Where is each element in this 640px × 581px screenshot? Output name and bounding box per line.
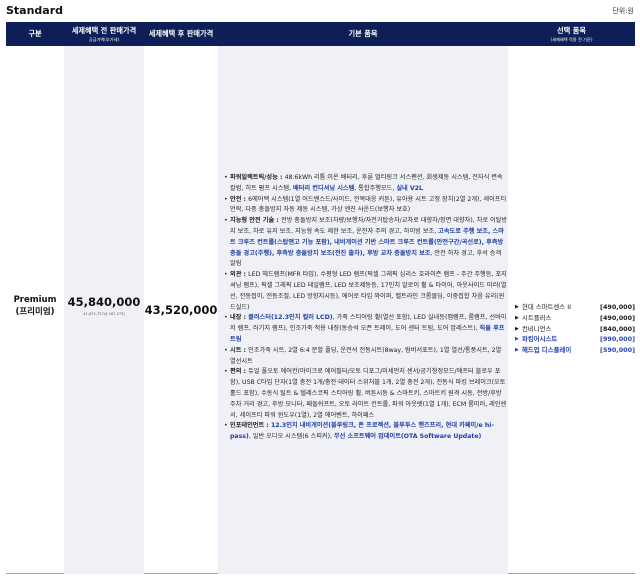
feature-category: 인포테인먼트 : — [230, 422, 271, 430]
feature-item: 편의 : 듀얼 풀오토 에어컨(마이크로 에어필터/오토 디포그/미세먼지 센서… — [224, 367, 508, 421]
option-item: ▶ 현대 스마트센스 II [490,000] — [515, 302, 639, 313]
unit-label: 단위:원 — [612, 7, 634, 15]
feature-category: 파워일렉트릭/성능 : — [230, 174, 285, 181]
price-before-supply: 41,672,727(4,167,273) — [83, 312, 125, 316]
option-item: ▶ 컨비니언스 [840,000] — [515, 324, 639, 335]
option-item: ▶ 시트플러스 [490,000] — [515, 313, 639, 324]
feature-item: 인포테인먼트 : 12.3인치 내비게이션(블루링크, 폰 프로젝션, 블루투스… — [224, 421, 508, 443]
header-options-label: 선택 품목 — [557, 25, 586, 35]
header-price-after: 세제혜택 후 판매가격 — [144, 22, 218, 46]
feature-item: 지능형 안전 기술 : 전방 충돌방지 보조(차량/보행자/자전거탑승자/교차로… — [224, 216, 508, 270]
trim-name: Premium (프리미엄) — [6, 294, 64, 318]
option-name: 시트플러스 — [522, 313, 552, 322]
feature-list: 파워일렉트릭/성능 : 48.6kWh 리튬 이온 배터리, 후륜 멀티링크 서… — [224, 173, 508, 443]
option-name: 파킹어시스트 — [522, 335, 558, 344]
option-item: ▶ 파킹어시스트 [990,000] — [515, 334, 639, 345]
feature-category: 안전 : — [230, 195, 249, 203]
option-price: [490,000] — [600, 303, 635, 311]
header-price-after-label: 세제혜택 후 판매가격 — [148, 29, 214, 38]
header-price-before-sub: 공급가액(부가세) — [88, 36, 120, 42]
header-options: 선택 품목 (세제혜택 적용 전 기준) — [508, 22, 635, 46]
feature-category: 외관 : — [230, 271, 249, 279]
feature-text: , 통합주행모드, — [354, 184, 397, 192]
option-name: 컨비니언스 — [522, 324, 552, 333]
feature-category: 지능형 안전 기술 : — [230, 217, 281, 225]
feature-text: 인조가죽 시트, 2열 6:4 분할 폴딩, 운전석 전동시트(8way, 럼버… — [230, 346, 502, 365]
feature-text: , 일반 오디오 시스템(6 스피커), — [248, 433, 334, 441]
arrow-right-icon: ▶ — [515, 336, 519, 343]
trim-price-table: 구분 세제혜택 전 판매가격 공급가액(부가세) 세제혜택 후 판매가격 기본 … — [6, 22, 635, 574]
option-price: [490,000] — [600, 313, 635, 322]
feature-item: 안전 : 6에어백 시스템(1열 어드밴스드/사이드, 전복대응 커튼), 유아… — [224, 195, 508, 217]
feature-highlight-text: 실내 V2L — [396, 184, 423, 192]
option-item: ▶ 헤드업 디스플레이 [590,000] — [515, 345, 639, 356]
option-name: 헤드업 디스플레이 — [522, 346, 572, 355]
header-price-before: 세제혜택 전 판매가격 공급가액(부가세) — [64, 22, 144, 46]
page-title: Standard — [6, 4, 64, 17]
trim-name-ko: (프리미엄) — [15, 307, 55, 317]
option-price: [840,000] — [600, 324, 635, 333]
header-trim: 구분 — [6, 22, 64, 46]
feature-category: 내장 : — [230, 314, 249, 322]
header-trim-label: 구분 — [28, 29, 42, 38]
option-price: [590,000] — [600, 346, 635, 355]
feature-highlight-text: 배터리 컨디셔닝 시스템 — [293, 184, 355, 192]
table-header: 구분 세제혜택 전 판매가격 공급가액(부가세) 세제혜택 후 판매가격 기본 … — [6, 22, 635, 46]
feature-highlight-text: 클러스터(12.3인치 컬러 LCD) — [248, 314, 333, 322]
feature-text: LED 헤드램프(MFR 타입), 수평형 LED 램프(픽셀 그래픽 심리스 … — [230, 271, 507, 311]
arrow-right-icon: ▶ — [515, 347, 519, 354]
option-list: ▶ 현대 스마트센스 II [490,000] ▶ 시트플러스 [490,000] ▶ 컨비니… — [515, 302, 639, 356]
feature-text: 6에어백 시스템(1열 어드밴스드/사이드, 전복대응 커튼), 유아용 시트 … — [230, 195, 507, 214]
header-features-label: 기본 품목 — [348, 29, 378, 38]
feature-item: 파워일렉트릭/성능 : 48.6kWh 리튬 이온 배터리, 후륜 멀티링크 서… — [224, 173, 508, 195]
arrow-right-icon: ▶ — [515, 325, 519, 332]
option-name: 현대 스마트센스 II — [522, 303, 571, 311]
feature-highlight-text: 무선 소프트웨어 업데이트(OTA Software Update) — [333, 433, 482, 441]
option-price: [990,000] — [600, 335, 635, 344]
feature-item: 시트 : 인조가죽 시트, 2열 6:4 분할 폴딩, 운전석 전동시트(8wa… — [224, 346, 508, 368]
feature-item: 내장 : 클러스터(12.3인치 컬러 LCD), 가죽 스티어링 휠(열선 포… — [224, 313, 508, 345]
feature-text: 듀얼 풀오토 에어컨(마이크로 에어필터/오토 디포그/미세먼지 센서/공기청정… — [230, 368, 507, 419]
header-price-before-label: 세제혜택 전 판매가격 — [71, 25, 137, 35]
trim-name-en: Premium — [13, 295, 57, 305]
arrow-right-icon: ▶ — [515, 314, 519, 321]
feature-item: 외관 : LED 헤드램프(MFR 타입), 수평형 LED 램프(픽셀 그래픽… — [224, 270, 508, 313]
feature-category: 편의 : — [230, 368, 249, 376]
arrow-right-icon: ▶ — [515, 304, 519, 310]
price-before: 45,840,000 — [67, 295, 141, 309]
header-features: 기본 품목 — [218, 22, 508, 46]
feature-category: 시트 : — [230, 346, 249, 354]
header-options-sub: (세제혜택 적용 전 기준) — [550, 36, 593, 42]
price-before-cell — [64, 46, 144, 574]
price-after: 43,520,000 — [144, 303, 218, 317]
